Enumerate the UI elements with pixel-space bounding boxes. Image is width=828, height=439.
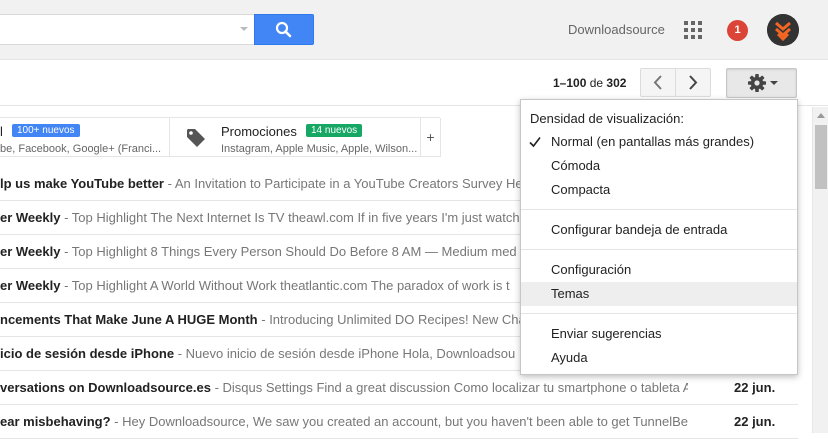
email-subject: ncements That Make June A HUGE Month <box>0 312 258 327</box>
table-row[interactable]: ear misbehaving? - Hey Downloadsource, W… <box>0 405 798 439</box>
email-snippet: - Top Highlight The Next Internet Is TV … <box>60 210 520 225</box>
menu-item-density-comfortable[interactable]: Cómoda <box>521 154 797 178</box>
email-snippet: - Disqus Settings Find a great discussio… <box>210 380 688 395</box>
email-snippet: - An Invitation to Participate in a YouT… <box>163 176 526 191</box>
menu-item-configure-inbox[interactable]: Configurar bandeja de entrada <box>521 218 797 242</box>
account-name-link[interactable]: Downloadsource <box>568 22 665 37</box>
menu-item-label: Configuración <box>551 262 632 277</box>
menu-item-label: Configurar bandeja de entrada <box>551 222 728 237</box>
menu-item-help[interactable]: Ayuda <box>521 346 797 370</box>
settings-button[interactable] <box>726 68 797 98</box>
pagination-info: 1–100 de 302 <box>553 76 626 90</box>
menu-divider <box>521 313 797 314</box>
tab-promotions-badge: 14 nuevos <box>306 124 363 137</box>
search-button[interactable] <box>254 14 314 45</box>
email-subject: er Weekly <box>0 244 61 259</box>
category-tabs: l 100+ nuevos be, Facebook, Google+ (Fra… <box>0 117 441 157</box>
notifications-badge[interactable]: 1 <box>727 20 748 41</box>
email-snippet: - Top Highlight A World Without Work the… <box>60 278 510 293</box>
newer-button[interactable] <box>640 68 676 97</box>
email-subject: versations on Downloadsource.es <box>0 380 211 395</box>
search-input[interactable] <box>0 14 255 45</box>
scrollbar-thumb[interactable] <box>815 125 827 189</box>
email-subject: lp us make YouTube better <box>0 176 164 191</box>
menu-item-label: Compacta <box>551 182 611 197</box>
tab-social-senders: be, Facebook, Google+ (Franci... <box>0 143 162 155</box>
tab-promotions-title: Promociones <box>221 124 297 139</box>
density-label: Densidad de visualización: <box>530 111 684 126</box>
menu-divider <box>521 209 797 210</box>
chevron-left-icon <box>653 75 662 90</box>
tab-social-title: l <box>0 124 3 139</box>
add-tab-button[interactable]: + <box>421 118 441 157</box>
email-subject: icio de sesión desde iPhone <box>0 346 175 361</box>
pagination-of: de <box>589 76 604 90</box>
tab-promotions-senders: Instagram, Apple Music, Apple, Wilson... <box>221 143 418 155</box>
apps-grid-icon[interactable] <box>684 21 702 39</box>
email-date: 22 jun. <box>734 414 776 429</box>
gear-icon <box>748 74 778 92</box>
email-snippet: - Nuevo inicio de sesión desde iPhone Ho… <box>174 346 516 361</box>
menu-item-themes[interactable]: Temas <box>521 282 797 306</box>
tab-social[interactable]: l 100+ nuevos be, Facebook, Google+ (Fra… <box>0 118 170 157</box>
menu-item-density-normal[interactable]: Normal (en pantallas más grandes) <box>521 130 797 154</box>
menu-item-label: Cómoda <box>551 158 601 173</box>
tab-social-badge: 100+ nuevos <box>12 124 80 137</box>
settings-menu: Densidad de visualización: Normal (en pa… <box>520 99 798 375</box>
tab-promotions[interactable]: Promociones 14 nuevos Instagram, Apple M… <box>170 118 421 157</box>
email-subject: ear misbehaving? <box>0 414 111 429</box>
checkmark-icon <box>529 137 541 148</box>
menu-item-settings[interactable]: Configuración <box>521 258 797 282</box>
scrollbar[interactable] <box>812 107 828 433</box>
search-options-dropdown-icon[interactable] <box>240 27 248 31</box>
menu-item-density-compact[interactable]: Compacta <box>521 178 797 202</box>
menu-item-label: Ayuda <box>551 350 588 365</box>
email-date: 22 jun. <box>734 380 776 395</box>
downloadsource-logo-icon <box>767 14 799 46</box>
pagination-total: 302 <box>606 76 627 90</box>
email-subject: er Weekly <box>0 278 61 293</box>
email-snippet: - Hey Downloadsource, We saw you created… <box>110 414 688 429</box>
menu-item-send-feedback[interactable]: Enviar sugerencias <box>521 322 797 346</box>
older-button[interactable] <box>675 68 711 97</box>
email-snippet: - Top Highlight 8 Things Every Person Sh… <box>60 244 517 259</box>
chevron-right-icon <box>689 75 698 90</box>
menu-divider <box>521 249 797 250</box>
avatar[interactable] <box>767 14 799 46</box>
email-subject: er Weekly <box>0 210 61 225</box>
menu-item-label: Enviar sugerencias <box>551 326 662 341</box>
scroll-up-arrow-icon[interactable] <box>817 113 825 118</box>
search-icon <box>275 21 292 38</box>
email-snippet: - Introducing Unlimited DO Recipes! New … <box>257 312 526 327</box>
menu-item-label: Normal (en pantallas más grandes) <box>551 134 755 149</box>
table-row[interactable]: versations on Downloadsource.es - Disqus… <box>0 371 798 405</box>
tag-icon <box>187 129 205 147</box>
menu-item-label: Temas <box>551 286 590 301</box>
pagination-range: 1–100 <box>553 76 587 90</box>
